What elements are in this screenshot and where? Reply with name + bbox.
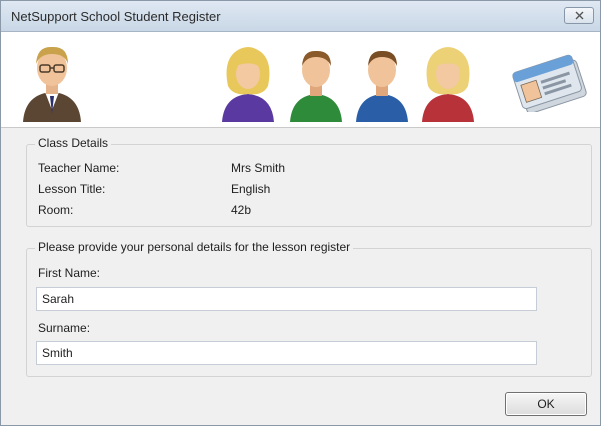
- student-yellow-icon: [222, 47, 274, 122]
- close-button[interactable]: [564, 7, 594, 24]
- class-details-group: Class Details: [26, 136, 592, 227]
- ok-button[interactable]: OK: [505, 392, 587, 416]
- teacher-icon: [23, 46, 81, 122]
- room-value: 42b: [231, 203, 252, 217]
- personal-details-legend: Please provide your personal details for…: [35, 240, 354, 254]
- teacher-name-label: Teacher Name:: [38, 161, 120, 175]
- student-green-icon: [290, 50, 342, 122]
- window-title: NetSupport School Student Register: [11, 9, 221, 24]
- id-card-icon: [512, 54, 587, 112]
- lesson-title-value: English: [231, 182, 271, 196]
- close-icon: [575, 11, 584, 20]
- surname-field[interactable]: Smith: [36, 341, 537, 365]
- student-red-icon: [422, 47, 474, 122]
- register-banner: [1, 32, 600, 128]
- register-dialog: NetSupport School Student Register Class…: [0, 0, 601, 426]
- teacher-name-value: Mrs Smith: [231, 161, 285, 175]
- surname-label: Surname:: [38, 321, 91, 335]
- first-name-field[interactable]: Sarah: [36, 287, 537, 311]
- class-details-legend: Class Details: [35, 136, 112, 150]
- first-name-label: First Name:: [38, 266, 101, 280]
- title-bar: NetSupport School Student Register: [1, 1, 600, 32]
- lesson-title-label: Lesson Title:: [38, 182, 106, 196]
- student-blue-icon: [356, 50, 408, 122]
- room-label: Room:: [38, 203, 74, 217]
